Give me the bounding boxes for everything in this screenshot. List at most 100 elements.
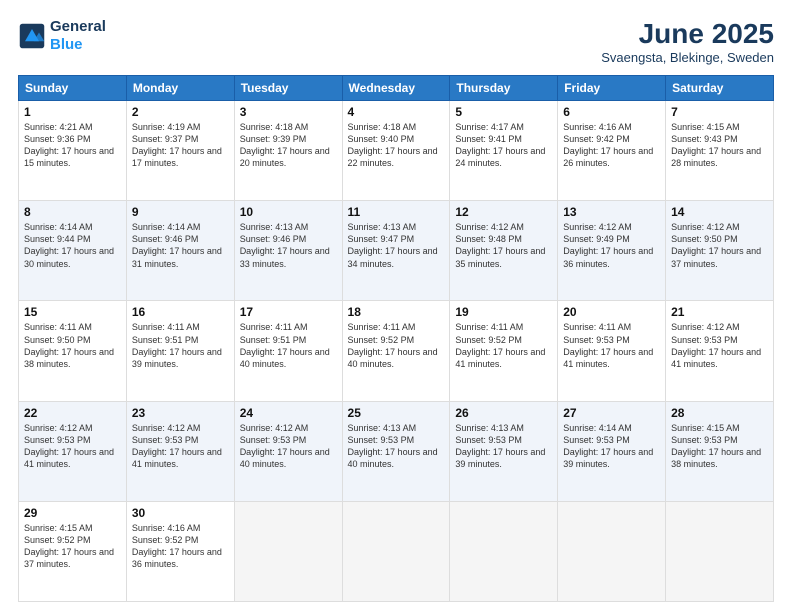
calendar-cell: 19 Sunrise: 4:11 AMSunset: 9:52 PMDaylig…	[450, 301, 558, 401]
calendar-cell	[342, 501, 450, 601]
calendar-cell: 14 Sunrise: 4:12 AMSunset: 9:50 PMDaylig…	[666, 201, 774, 301]
calendar-cell	[234, 501, 342, 601]
day-number: 15	[24, 305, 121, 319]
logo-text: General Blue	[50, 18, 106, 54]
title-block: June 2025 Svaengsta, Blekinge, Sweden	[601, 18, 774, 65]
day-header-tuesday: Tuesday	[234, 76, 342, 101]
calendar-cell: 25 Sunrise: 4:13 AMSunset: 9:53 PMDaylig…	[342, 401, 450, 501]
cell-info: Sunrise: 4:13 AMSunset: 9:53 PMDaylight:…	[348, 423, 438, 469]
day-number: 24	[240, 406, 337, 420]
calendar-cell	[666, 501, 774, 601]
cell-info: Sunrise: 4:13 AMSunset: 9:46 PMDaylight:…	[240, 222, 330, 268]
calendar-week-row: 15 Sunrise: 4:11 AMSunset: 9:50 PMDaylig…	[19, 301, 774, 401]
calendar-cell: 3 Sunrise: 4:18 AMSunset: 9:39 PMDayligh…	[234, 101, 342, 201]
calendar-cell: 30 Sunrise: 4:16 AMSunset: 9:52 PMDaylig…	[126, 501, 234, 601]
day-number: 18	[348, 305, 445, 319]
calendar-cell: 20 Sunrise: 4:11 AMSunset: 9:53 PMDaylig…	[558, 301, 666, 401]
day-number: 1	[24, 105, 121, 119]
calendar-cell: 12 Sunrise: 4:12 AMSunset: 9:48 PMDaylig…	[450, 201, 558, 301]
logo-line2: Blue	[50, 36, 83, 53]
day-number: 10	[240, 205, 337, 219]
cell-info: Sunrise: 4:14 AMSunset: 9:46 PMDaylight:…	[132, 222, 222, 268]
day-number: 28	[671, 406, 768, 420]
calendar-cell: 22 Sunrise: 4:12 AMSunset: 9:53 PMDaylig…	[19, 401, 127, 501]
cell-info: Sunrise: 4:12 AMSunset: 9:50 PMDaylight:…	[671, 222, 761, 268]
calendar-cell: 28 Sunrise: 4:15 AMSunset: 9:53 PMDaylig…	[666, 401, 774, 501]
calendar-cell: 10 Sunrise: 4:13 AMSunset: 9:46 PMDaylig…	[234, 201, 342, 301]
cell-info: Sunrise: 4:15 AMSunset: 9:53 PMDaylight:…	[671, 423, 761, 469]
calendar-week-row: 29 Sunrise: 4:15 AMSunset: 9:52 PMDaylig…	[19, 501, 774, 601]
calendar-cell: 18 Sunrise: 4:11 AMSunset: 9:52 PMDaylig…	[342, 301, 450, 401]
cell-info: Sunrise: 4:12 AMSunset: 9:53 PMDaylight:…	[24, 423, 114, 469]
calendar-cell: 7 Sunrise: 4:15 AMSunset: 9:43 PMDayligh…	[666, 101, 774, 201]
cell-info: Sunrise: 4:12 AMSunset: 9:49 PMDaylight:…	[563, 222, 653, 268]
day-number: 20	[563, 305, 660, 319]
calendar-cell: 13 Sunrise: 4:12 AMSunset: 9:49 PMDaylig…	[558, 201, 666, 301]
header: General Blue June 2025 Svaengsta, Blekin…	[18, 18, 774, 65]
cell-info: Sunrise: 4:15 AMSunset: 9:43 PMDaylight:…	[671, 122, 761, 168]
calendar-cell: 8 Sunrise: 4:14 AMSunset: 9:44 PMDayligh…	[19, 201, 127, 301]
calendar-week-row: 22 Sunrise: 4:12 AMSunset: 9:53 PMDaylig…	[19, 401, 774, 501]
calendar-cell: 26 Sunrise: 4:13 AMSunset: 9:53 PMDaylig…	[450, 401, 558, 501]
day-number: 11	[348, 205, 445, 219]
calendar-cell: 21 Sunrise: 4:12 AMSunset: 9:53 PMDaylig…	[666, 301, 774, 401]
calendar-week-row: 8 Sunrise: 4:14 AMSunset: 9:44 PMDayligh…	[19, 201, 774, 301]
cell-info: Sunrise: 4:12 AMSunset: 9:48 PMDaylight:…	[455, 222, 545, 268]
calendar-week-row: 1 Sunrise: 4:21 AMSunset: 9:36 PMDayligh…	[19, 101, 774, 201]
day-number: 13	[563, 205, 660, 219]
day-header-friday: Friday	[558, 76, 666, 101]
day-number: 23	[132, 406, 229, 420]
day-number: 29	[24, 506, 121, 520]
day-number: 22	[24, 406, 121, 420]
month-title: June 2025	[601, 18, 774, 50]
cell-info: Sunrise: 4:16 AMSunset: 9:52 PMDaylight:…	[132, 523, 222, 569]
calendar-cell: 17 Sunrise: 4:11 AMSunset: 9:51 PMDaylig…	[234, 301, 342, 401]
day-header-wednesday: Wednesday	[342, 76, 450, 101]
day-number: 16	[132, 305, 229, 319]
calendar-table: SundayMondayTuesdayWednesdayThursdayFrid…	[18, 75, 774, 602]
cell-info: Sunrise: 4:14 AMSunset: 9:53 PMDaylight:…	[563, 423, 653, 469]
day-number: 3	[240, 105, 337, 119]
calendar-cell: 24 Sunrise: 4:12 AMSunset: 9:53 PMDaylig…	[234, 401, 342, 501]
cell-info: Sunrise: 4:12 AMSunset: 9:53 PMDaylight:…	[671, 322, 761, 368]
logo: General Blue	[18, 18, 106, 54]
calendar-cell: 9 Sunrise: 4:14 AMSunset: 9:46 PMDayligh…	[126, 201, 234, 301]
calendar-cell: 16 Sunrise: 4:11 AMSunset: 9:51 PMDaylig…	[126, 301, 234, 401]
calendar-cell: 4 Sunrise: 4:18 AMSunset: 9:40 PMDayligh…	[342, 101, 450, 201]
day-number: 5	[455, 105, 552, 119]
cell-info: Sunrise: 4:11 AMSunset: 9:51 PMDaylight:…	[132, 322, 222, 368]
calendar-header-row: SundayMondayTuesdayWednesdayThursdayFrid…	[19, 76, 774, 101]
day-number: 25	[348, 406, 445, 420]
day-number: 26	[455, 406, 552, 420]
page: General Blue June 2025 Svaengsta, Blekin…	[0, 0, 792, 612]
day-number: 7	[671, 105, 768, 119]
cell-info: Sunrise: 4:16 AMSunset: 9:42 PMDaylight:…	[563, 122, 653, 168]
cell-info: Sunrise: 4:11 AMSunset: 9:51 PMDaylight:…	[240, 322, 330, 368]
day-number: 14	[671, 205, 768, 219]
cell-info: Sunrise: 4:19 AMSunset: 9:37 PMDaylight:…	[132, 122, 222, 168]
cell-info: Sunrise: 4:12 AMSunset: 9:53 PMDaylight:…	[240, 423, 330, 469]
cell-info: Sunrise: 4:13 AMSunset: 9:53 PMDaylight:…	[455, 423, 545, 469]
day-number: 27	[563, 406, 660, 420]
day-number: 30	[132, 506, 229, 520]
calendar-cell: 23 Sunrise: 4:12 AMSunset: 9:53 PMDaylig…	[126, 401, 234, 501]
day-number: 17	[240, 305, 337, 319]
location: Svaengsta, Blekinge, Sweden	[601, 50, 774, 65]
day-number: 4	[348, 105, 445, 119]
day-header-saturday: Saturday	[666, 76, 774, 101]
calendar-cell	[450, 501, 558, 601]
day-number: 2	[132, 105, 229, 119]
cell-info: Sunrise: 4:11 AMSunset: 9:52 PMDaylight:…	[455, 322, 545, 368]
day-number: 9	[132, 205, 229, 219]
calendar-cell: 5 Sunrise: 4:17 AMSunset: 9:41 PMDayligh…	[450, 101, 558, 201]
cell-info: Sunrise: 4:15 AMSunset: 9:52 PMDaylight:…	[24, 523, 114, 569]
cell-info: Sunrise: 4:12 AMSunset: 9:53 PMDaylight:…	[132, 423, 222, 469]
calendar-cell	[558, 501, 666, 601]
day-number: 19	[455, 305, 552, 319]
calendar-cell: 6 Sunrise: 4:16 AMSunset: 9:42 PMDayligh…	[558, 101, 666, 201]
cell-info: Sunrise: 4:17 AMSunset: 9:41 PMDaylight:…	[455, 122, 545, 168]
day-number: 8	[24, 205, 121, 219]
cell-info: Sunrise: 4:11 AMSunset: 9:53 PMDaylight:…	[563, 322, 653, 368]
cell-info: Sunrise: 4:11 AMSunset: 9:50 PMDaylight:…	[24, 322, 114, 368]
cell-info: Sunrise: 4:18 AMSunset: 9:40 PMDaylight:…	[348, 122, 438, 168]
